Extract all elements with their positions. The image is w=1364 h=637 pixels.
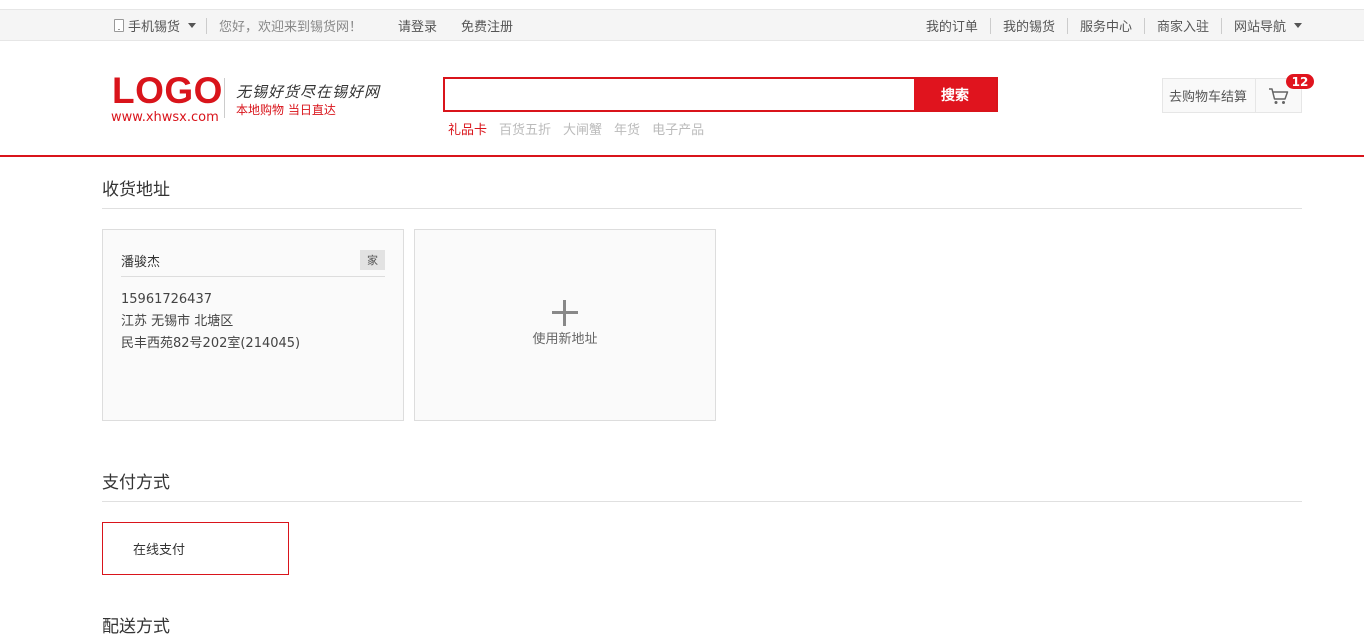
address-section-title: 收货地址 [102,180,170,200]
top-bar: 手机锡货 您好，欢迎来到锡货网！ 请登录 免费注册 我的订单 我的锡货 服务中心… [0,9,1364,41]
header-divider [0,155,1364,157]
address-region: 江苏 无锡市 北塘区 [121,314,234,329]
mobile-app-menu[interactable]: 手机锡货 [102,16,206,35]
cart-label: 去购物车结算 [1169,90,1248,105]
payment-option-online[interactable]: 在线支付 [102,522,289,575]
hot-keyword[interactable]: 百货五折 [499,119,551,138]
my-account-link[interactable]: 我的锡货 [991,16,1067,35]
hot-keyword[interactable]: 礼品卡 [448,119,487,138]
address-details: 15961726437 江苏 无锡市 北塘区 民丰西苑82号202室(21404… [121,289,385,355]
service-center-link[interactable]: 服务中心 [1068,16,1144,35]
site-nav-menu[interactable]: 网站导航 [1222,16,1302,35]
divider [224,78,225,118]
address-tag-badge: 家 [360,250,385,270]
divider [102,208,1302,209]
payment-section-title: 支付方式 [102,473,170,493]
shopping-cart-icon [1268,87,1288,104]
divider [102,501,1302,502]
address-street: 民丰西苑82号202室(214045) [121,336,301,351]
phone-icon [114,19,124,32]
plus-icon [552,299,578,326]
hot-keyword[interactable]: 年货 [614,119,640,138]
hot-keywords: 礼品卡 百货五折 大闸蟹 年货 电子产品 [448,119,716,138]
mobile-app-label: 手机锡货 [128,20,181,35]
login-link[interactable]: 请登录 [386,16,449,35]
welcome-text: 您好，欢迎来到锡货网！ [219,20,363,35]
recipient-name: 潘骏杰 [121,254,161,270]
chevron-down-icon [1294,23,1302,28]
register-link[interactable]: 免费注册 [449,16,525,35]
delivery-section-title: 配送方式 [102,617,170,637]
search-box: 搜索 [443,77,998,112]
merchant-join-link[interactable]: 商家入驻 [1145,16,1221,35]
hot-keyword[interactable]: 电子产品 [652,119,704,138]
my-orders-link[interactable]: 我的订单 [914,16,990,35]
hot-keyword[interactable]: 大闸蟹 [563,119,602,138]
search-button[interactable]: 搜索 [914,79,996,110]
address-card-header: 潘骏杰 家 [121,250,385,277]
site-nav-label: 网站导航 [1233,20,1286,35]
search-input[interactable] [445,79,914,110]
add-new-address-label: 使用新地址 [532,331,598,347]
address-card[interactable]: 潘骏杰 家 15961726437 江苏 无锡市 北塘区 民丰西苑82号202室… [102,229,404,421]
cart-count-badge: 12 [1286,74,1314,89]
add-new-address-button[interactable]: 使用新地址 [414,229,716,421]
slogan: 无锡好货尽在锡好网 [236,83,381,101]
logo-url: www.xhwsx.com [111,110,219,125]
recipient-phone: 15961726437 [121,292,212,307]
slogan-subtitle: 本地购物 当日直达 [236,103,336,117]
chevron-down-icon [188,23,197,28]
logo[interactable]: LOGO [112,70,223,112]
cart-button[interactable]: 去购物车结算 [1162,78,1302,113]
